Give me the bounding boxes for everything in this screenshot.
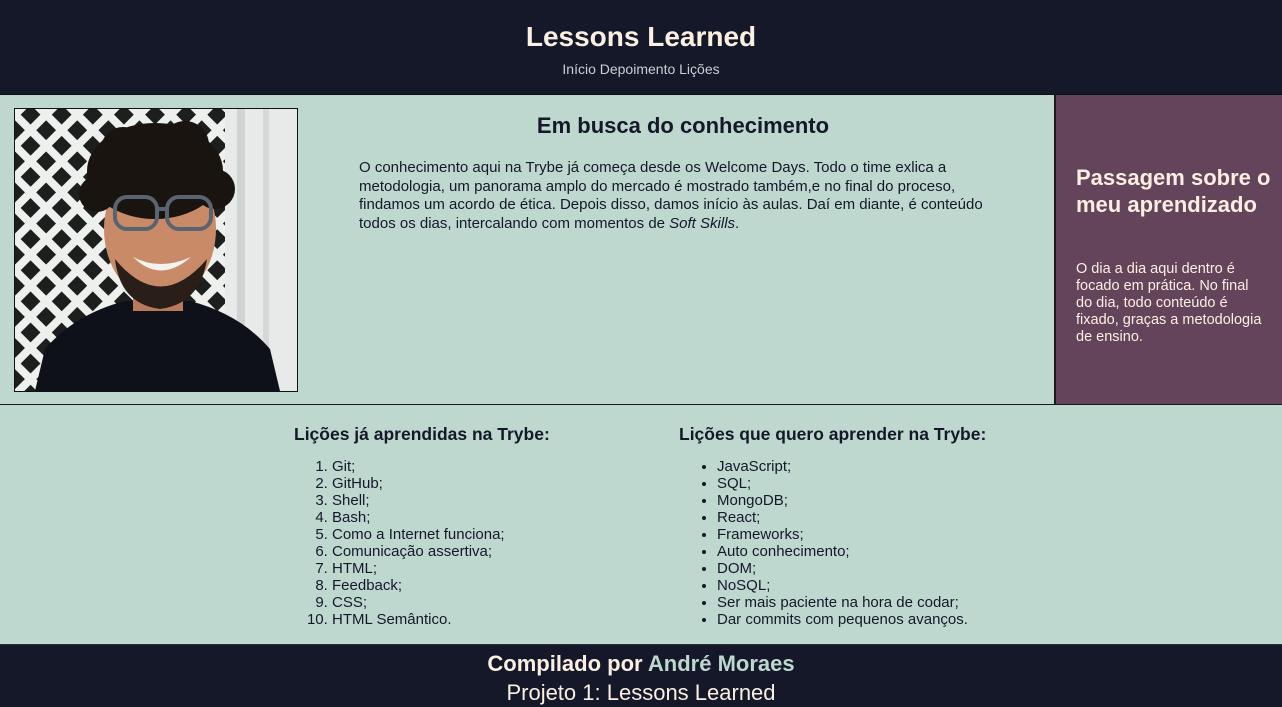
list-item: Shell;: [332, 492, 550, 509]
list-item: SQL;: [717, 475, 986, 492]
footer-credit: Compilado por André Moraes: [0, 651, 1282, 677]
footer-project: Projeto 1: Lessons Learned: [506, 680, 776, 705]
wanted-lessons-title: Lições que quero aprender na Trybe:: [679, 424, 987, 444]
aside-text: O dia a dia aqui dentro é focado em prát…: [1076, 261, 1262, 345]
list-item: React;: [717, 509, 986, 526]
learned-lessons-list: Git; GitHub; Shell; Bash; Como a Interne…: [294, 458, 550, 628]
profile-photo-illustration: [15, 109, 297, 391]
article-emphasis: Soft Skills: [669, 214, 736, 232]
nav-link-inicio[interactable]: Início: [562, 61, 595, 77]
list-item: Feedback;: [332, 577, 550, 594]
footer-author: André Moraes: [647, 651, 795, 676]
list-item: MongoDB;: [717, 492, 986, 509]
article-paragraph: O conhecimento aqui na Trybe já começa d…: [359, 159, 999, 233]
article-title: Em busca do conhecimento: [536, 113, 830, 138]
list-item: Comunicação assertiva;: [332, 543, 550, 560]
aside-panel: Passagem sobre o meu aprendizado O dia a…: [1054, 95, 1282, 404]
list-item: GitHub;: [332, 475, 550, 492]
list-item: Dar commits com pequenos avanços.: [717, 611, 986, 628]
main-section: Em busca do conhecimento O conhecimento …: [0, 95, 1282, 405]
list-item: DOM;: [717, 560, 986, 577]
list-item: HTML Semântico.: [332, 611, 550, 628]
footer-credit-prefix: Compilado por: [487, 651, 648, 676]
list-item: JavaScript;: [717, 458, 986, 475]
nav-link-licoes[interactable]: Lições: [679, 61, 719, 77]
lessons-section: Lições já aprendidas na Trybe: Git; GitH…: [0, 405, 1282, 644]
main-nav: Início Depoimento Lições: [0, 60, 1282, 78]
list-item: CSS;: [332, 594, 550, 611]
aside-title: Passagem sobre o meu aprendizado: [1076, 165, 1271, 217]
learned-lessons-title: Lições já aprendidas na Trybe:: [294, 424, 550, 444]
list-item: NoSQL;: [717, 577, 986, 594]
list-item: HTML;: [332, 560, 550, 577]
site-title: Lessons Learned: [525, 21, 757, 52]
list-item: Ser mais paciente na hora de codar;: [717, 594, 986, 611]
site-footer: Compilado por André Moraes Projeto 1: Le…: [0, 644, 1282, 707]
list-item: Como a Internet funciona;: [332, 526, 550, 543]
list-item: Frameworks;: [717, 526, 986, 543]
profile-photo: [14, 108, 298, 392]
site-header: Lessons Learned Início Depoimento Lições: [0, 0, 1282, 95]
wanted-lessons: Lições que quero aprender na Trybe: Java…: [679, 423, 986, 628]
list-item: Auto conhecimento;: [717, 543, 986, 560]
wanted-lessons-list: JavaScript; SQL; MongoDB; React; Framewo…: [679, 458, 986, 628]
list-item: Bash;: [332, 509, 550, 526]
nav-link-depoimento[interactable]: Depoimento: [600, 61, 676, 77]
learned-lessons: Lições já aprendidas na Trybe: Git; GitH…: [294, 423, 550, 628]
article: Em busca do conhecimento O conhecimento …: [340, 113, 1026, 233]
list-item: Git;: [332, 458, 550, 475]
article-text-end: .: [735, 214, 740, 232]
